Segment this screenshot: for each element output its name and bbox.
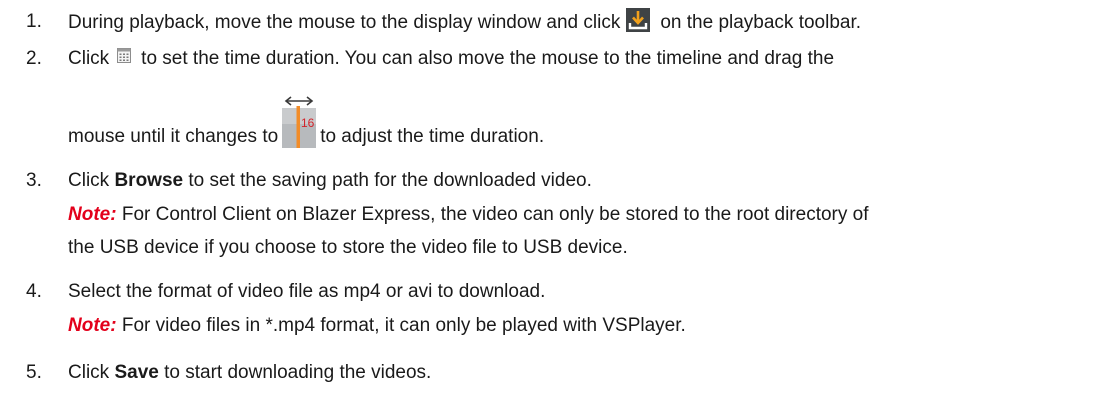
step-text-continued: mouse until it changes to 16 to adjust t… [68, 96, 545, 164]
note-text: For video files in *.mp4 format, it can … [121, 315, 686, 336]
step-text-after: to start downloading the videos. [164, 362, 432, 383]
note: Note: For Control Client on Blazer Expre… [68, 204, 869, 226]
step-text-before: Click [68, 170, 110, 191]
download-icon [626, 8, 651, 32]
step-text-after: to set the time duration. You can also m… [141, 48, 835, 69]
step-text-line2-after: to adjust the time duration. [320, 126, 545, 148]
step-text: During playback, move the mouse to the d… [68, 8, 862, 35]
step-number: 5. [26, 362, 42, 383]
step-number: 3. [26, 170, 42, 191]
step-text: Select the format of video file as mp4 o… [68, 281, 546, 302]
step-text-line2-before: mouse until it changes to [68, 126, 279, 148]
step-number: 2. [26, 48, 42, 69]
note-continued: the USB device if you choose to store th… [68, 237, 628, 259]
step-number: 1. [26, 11, 42, 32]
note-label: Note: [68, 315, 117, 336]
step-text-before: During playback, move the mouse to the d… [68, 12, 621, 34]
calendar-icon [117, 47, 132, 64]
step-text-after: on the playback toolbar. [660, 12, 862, 34]
timeline-drag-icon: 16 [282, 94, 317, 148]
note: Note: For video files in *.mp4 format, i… [68, 315, 686, 337]
step-text-after: to set the saving path for the downloade… [188, 170, 592, 191]
note-text: For Control Client on Blazer Express, th… [121, 204, 869, 225]
step-text: Click to set the time duration. You can … [68, 48, 834, 70]
save-label: Save [114, 362, 159, 383]
step-number: 4. [26, 281, 42, 302]
note-text-line2: the USB device if you choose to store th… [68, 237, 628, 258]
step-text-before: Click [68, 48, 110, 69]
note-label: Note: [68, 204, 117, 225]
step-text: Click Browse to set the saving path for … [68, 170, 592, 192]
timeline-drag-label: 16 [301, 116, 315, 130]
step-text: Click Save to start downloading the vide… [68, 362, 431, 384]
step-text-before: Click [68, 362, 110, 383]
browse-label: Browse [114, 170, 184, 191]
